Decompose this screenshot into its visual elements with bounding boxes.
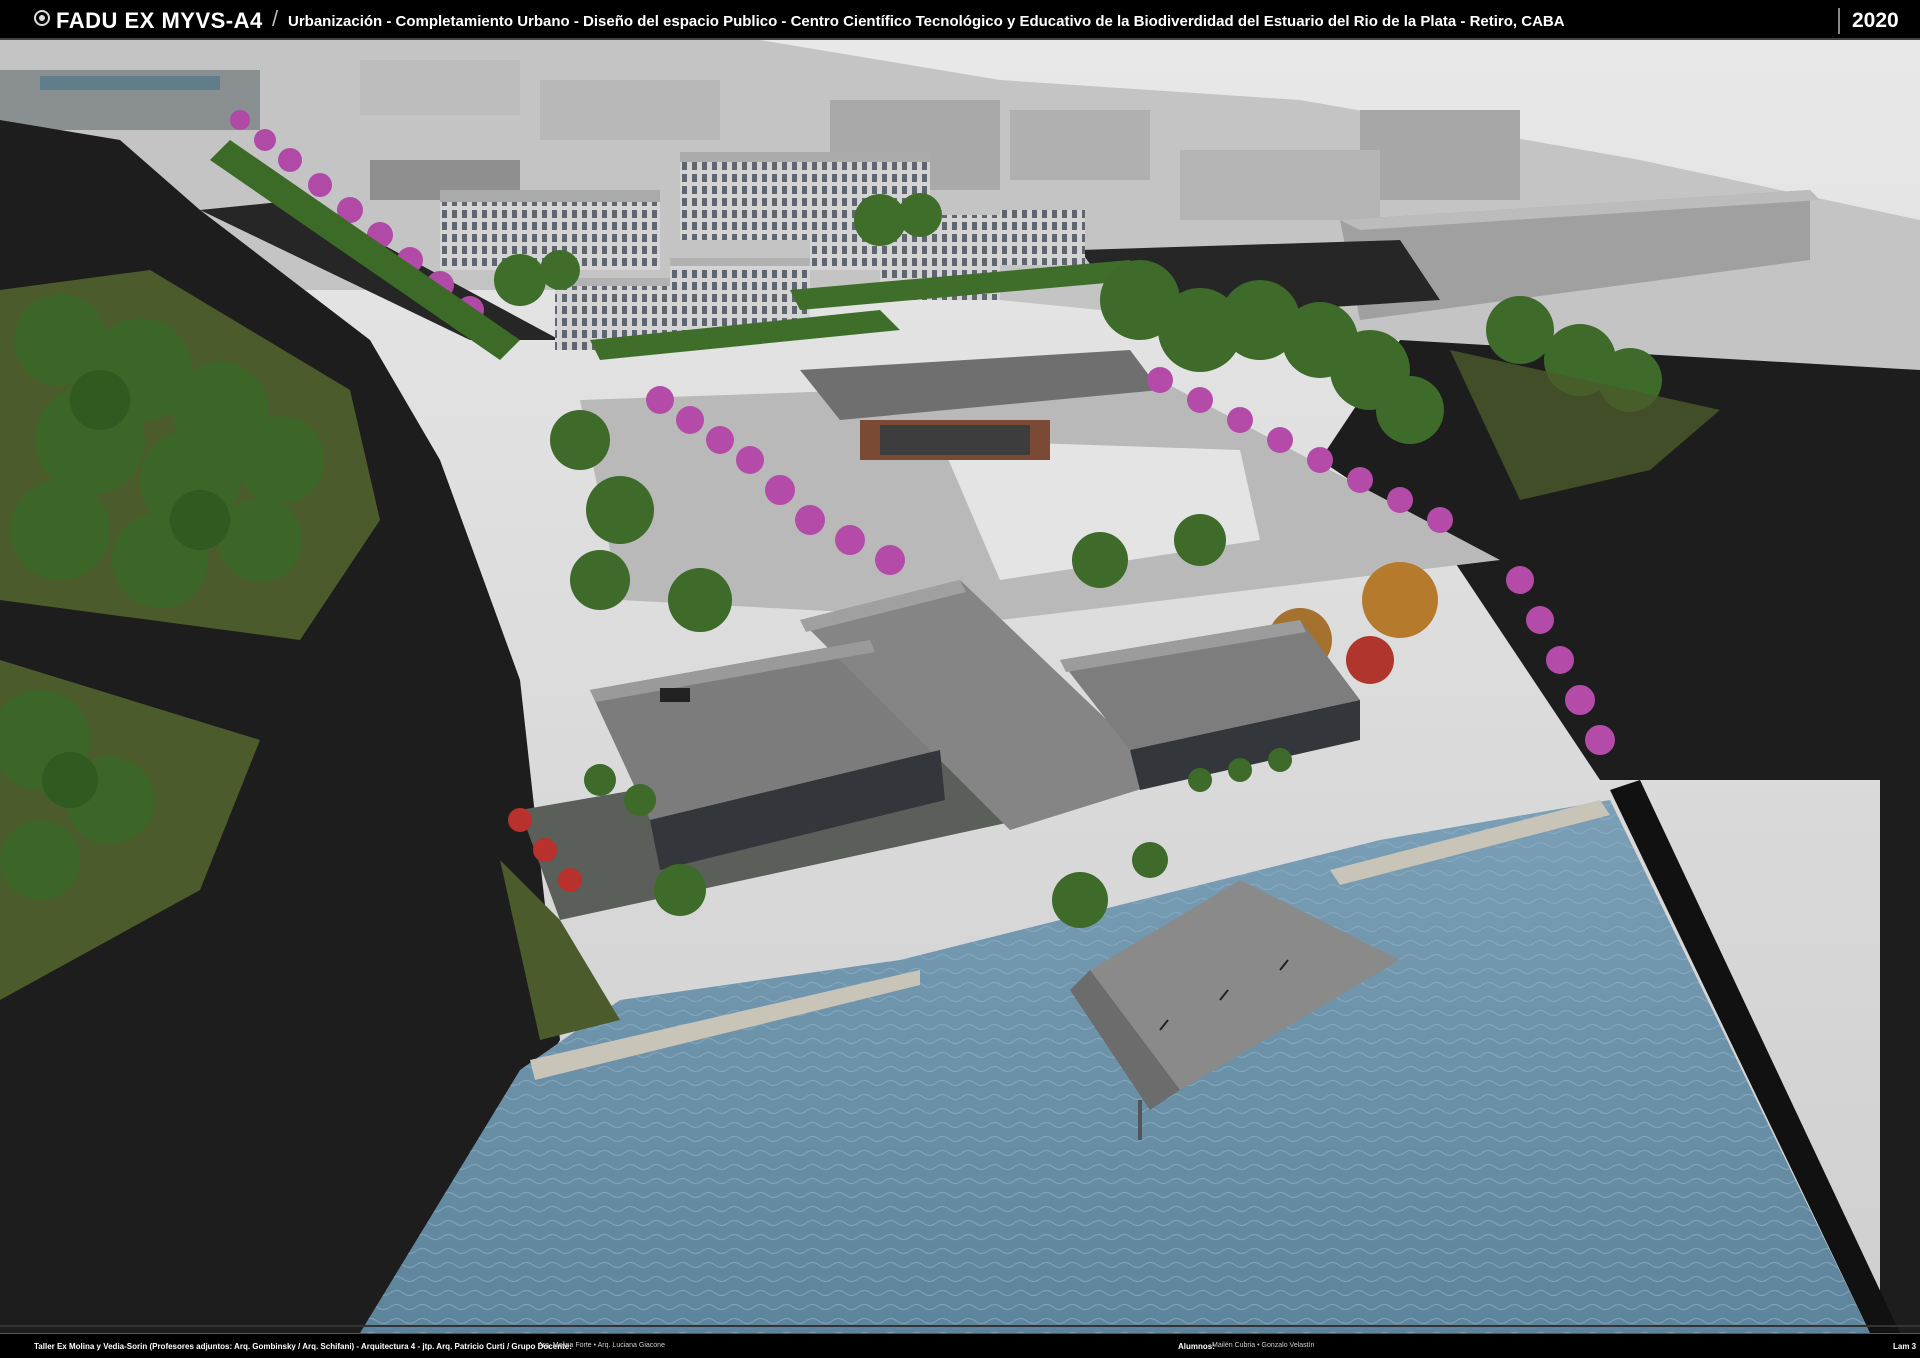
project-subtitle: Urbanización - Completamiento Urbano - D… (288, 13, 1565, 30)
frame-line (0, 1325, 1920, 1327)
year-label: 2020 (1852, 9, 1899, 32)
credits-text: Taller Ex Molina y Vedia-Sorin (Profesor… (34, 1342, 572, 1351)
circle-logo-icon (34, 10, 50, 26)
alumnos-label: Alumnos: (1178, 1342, 1215, 1351)
alumnos-text: Mailén Cubria • Gonzalo Velastín (1212, 1342, 1315, 1349)
title-separator: / (272, 6, 279, 31)
title-bar: FADU EX MYVS-A4 / Urbanización - Complet… (0, 0, 1920, 40)
year-divider (1838, 8, 1840, 34)
credits-bar: Taller Ex Molina y Vedia-Sorin (Profesor… (0, 1333, 1920, 1358)
sheet-number: Lam 3 (1893, 1342, 1917, 1351)
aerial-render-image (0, 40, 1920, 1333)
brand-title: FADU EX MYVS-A4 (56, 8, 263, 33)
docentes-text: Arq. Melina Forte • Arq. Luciana Giacone (538, 1342, 665, 1349)
